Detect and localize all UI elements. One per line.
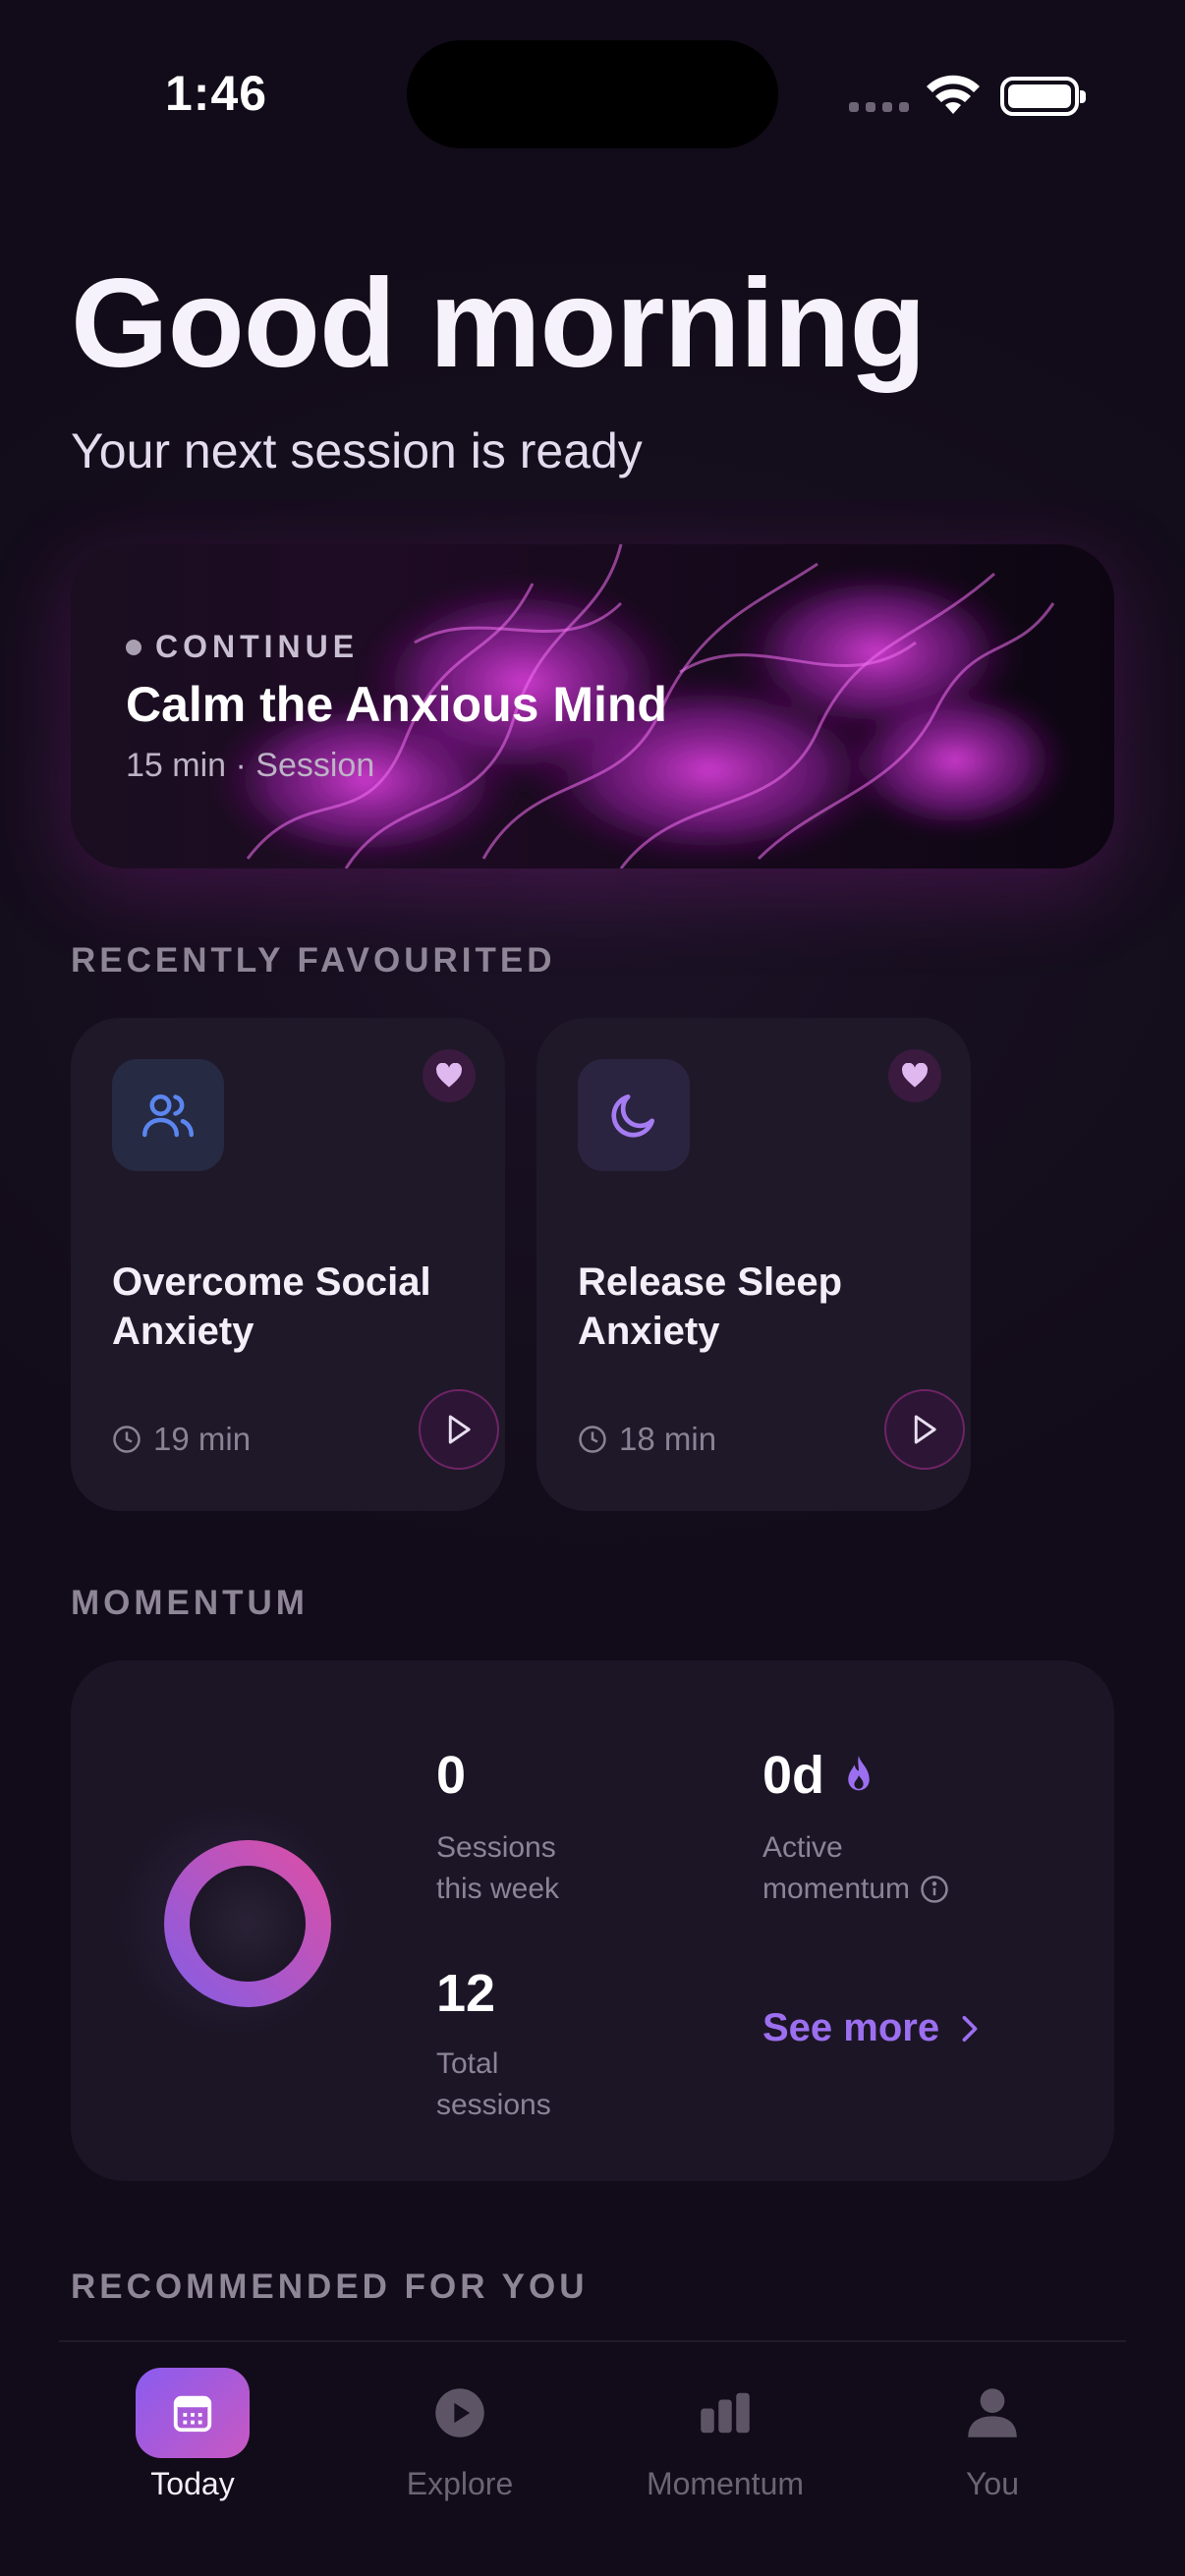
favourite-card[interactable]: Release Sleep Anxiety 18 min — [536, 1018, 971, 1511]
tab-you[interactable]: You — [894, 2368, 1091, 2502]
total-sessions-label: Total sessions — [436, 2047, 551, 2121]
tab-label: Explore — [406, 2466, 514, 2501]
tab-explore[interactable]: Explore — [362, 2368, 558, 2502]
favourite-title: Overcome Social Anxiety — [112, 1260, 431, 1353]
tab-label: Momentum — [646, 2466, 805, 2501]
battery-icon — [1000, 77, 1086, 116]
momentum-card: 0 Sessions this week 0d Active momentum … — [71, 1660, 1114, 2181]
play-button[interactable] — [419, 1389, 499, 1470]
favourite-card[interactable]: Overcome Social Anxiety 19 min — [71, 1018, 505, 1511]
chevron-right-icon — [962, 2015, 978, 2042]
bar-chart-icon — [668, 2368, 782, 2458]
section-header-favourites: RECENTLY FAVOURITED — [71, 941, 556, 980]
page-title: Good morning — [71, 253, 927, 394]
heart-icon[interactable] — [888, 1049, 941, 1102]
see-more-link[interactable]: See more — [762, 2006, 979, 2050]
calendar-icon — [136, 2368, 250, 2458]
total-sessions-value: 12 — [436, 1964, 496, 2023]
clock-icon — [113, 1426, 141, 1453]
wifi-icon — [927, 75, 980, 114]
play-button[interactable] — [884, 1389, 965, 1470]
favourite-duration: 18 min — [578, 1421, 716, 1458]
section-header-momentum: MOMENTUM — [71, 1584, 309, 1622]
info-icon[interactable] — [920, 1875, 949, 1904]
clock-icon — [579, 1426, 606, 1453]
tab-label: You — [966, 2466, 1019, 2501]
session-meta: 15 min · Session — [126, 747, 375, 784]
moon-icon — [578, 1059, 690, 1171]
tab-label: Today — [150, 2466, 235, 2501]
continue-session-card[interactable]: CONTINUE Calm the Anxious Mind 15 min · … — [71, 544, 1114, 868]
favourite-duration-text: 18 min — [619, 1421, 717, 1457]
tab-bar-divider — [59, 2340, 1126, 2342]
continue-label-text: CONTINUE — [155, 629, 360, 664]
active-momentum-label: Active momentum — [762, 1827, 949, 1910]
play-icon — [448, 1415, 471, 1444]
status-dot — [126, 639, 141, 655]
status-time: 1:46 — [165, 66, 268, 121]
flame-icon — [848, 1756, 870, 1791]
favourite-duration: 19 min — [112, 1421, 251, 1458]
play-circle-icon — [403, 2368, 517, 2458]
continue-label: CONTINUE — [126, 629, 359, 665]
section-header-recommended: RECOMMENDED FOR YOU — [71, 2268, 589, 2306]
dynamic-island — [407, 40, 778, 148]
cellular-signal-icon — [849, 102, 909, 112]
see-more-label: See more — [762, 2006, 940, 2049]
favourite-title: Release Sleep Anxiety — [578, 1260, 843, 1353]
session-title: Calm the Anxious Mind — [126, 677, 667, 732]
progress-ring — [164, 1840, 331, 2007]
tab-momentum[interactable]: Momentum — [627, 2368, 823, 2502]
favourite-duration-text: 19 min — [153, 1421, 252, 1457]
sessions-this-week-value: 0 — [436, 1746, 467, 1805]
page-subtitle: Your next session is ready — [71, 423, 643, 478]
play-icon — [914, 1415, 936, 1444]
heart-icon[interactable] — [423, 1049, 476, 1102]
sessions-this-week-label: Sessions this week — [436, 1831, 560, 1905]
people-icon — [112, 1059, 224, 1171]
person-icon — [935, 2368, 1049, 2458]
active-momentum-value: 0d — [762, 1745, 877, 1806]
today-screen: 1:46 Good morning Your next session is r… — [0, 0, 1185, 2576]
tab-today[interactable]: Today — [94, 2368, 291, 2502]
